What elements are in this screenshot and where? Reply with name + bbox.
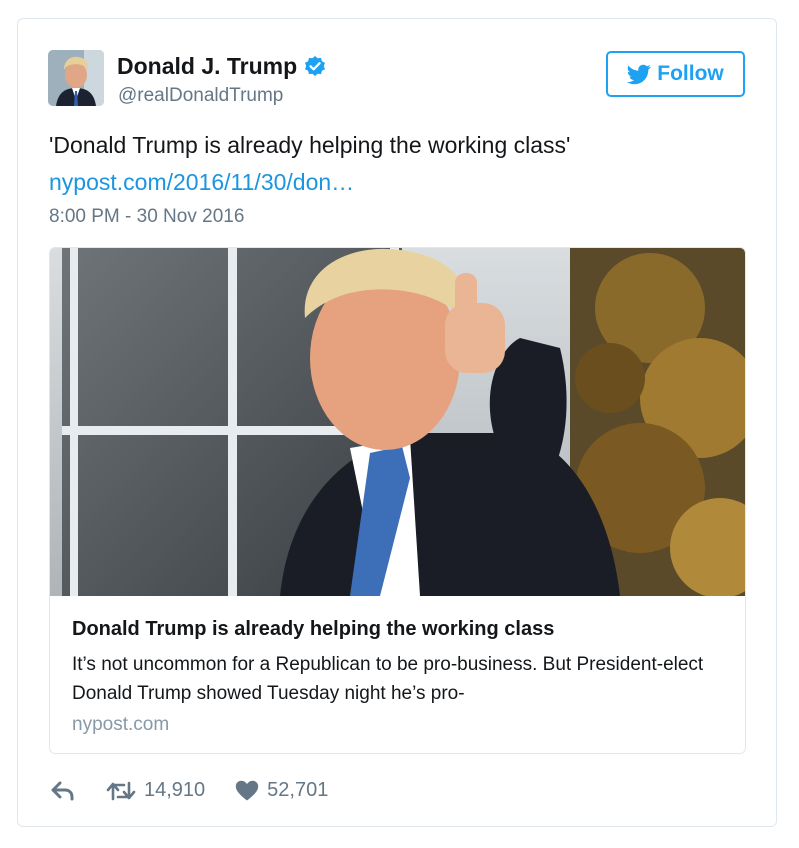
author-handle[interactable]: @realDonaldTrump [118,85,283,107]
reply-icon [51,781,74,800]
reply-button[interactable] [51,781,75,801]
verified-badge-icon [305,55,326,76]
heart-icon [235,780,259,801]
card-image [50,248,745,596]
link-card[interactable]: Donald Trump is already helping the work… [49,247,746,754]
twitter-bird-icon [627,64,652,85]
retweet-count: 14,910 [144,779,206,801]
follow-button-label: Follow [657,62,724,85]
card-title: Donald Trump is already helping the work… [72,618,555,640]
retweet-button[interactable]: 14,910 [106,779,205,802]
like-button[interactable]: 52,701 [235,779,328,802]
card-domain: nypost.com [72,714,170,735]
author-name-row: Donald J. Trump [117,53,327,80]
tweet-text: 'Donald Trump is already helping the wor… [49,132,571,158]
follow-button[interactable]: Follow [606,51,745,97]
tweet-link[interactable]: nypost.com/2016/11/30/don… [49,169,354,196]
tweet-embed: Donald J. Trump @realDonaldTrump Follow … [17,18,777,827]
tweet-actions: 14,910 52,701 [51,779,328,802]
avatar[interactable] [48,50,104,106]
like-count: 52,701 [267,779,329,801]
card-description: It’s not uncommon for a Republican to be… [72,654,704,704]
author-name[interactable]: Donald J. Trump [117,53,297,80]
tweet-timestamp[interactable]: 8:00 PM - 30 Nov 2016 [49,206,244,228]
retweet-icon [106,781,136,800]
avatar-image [48,50,104,106]
